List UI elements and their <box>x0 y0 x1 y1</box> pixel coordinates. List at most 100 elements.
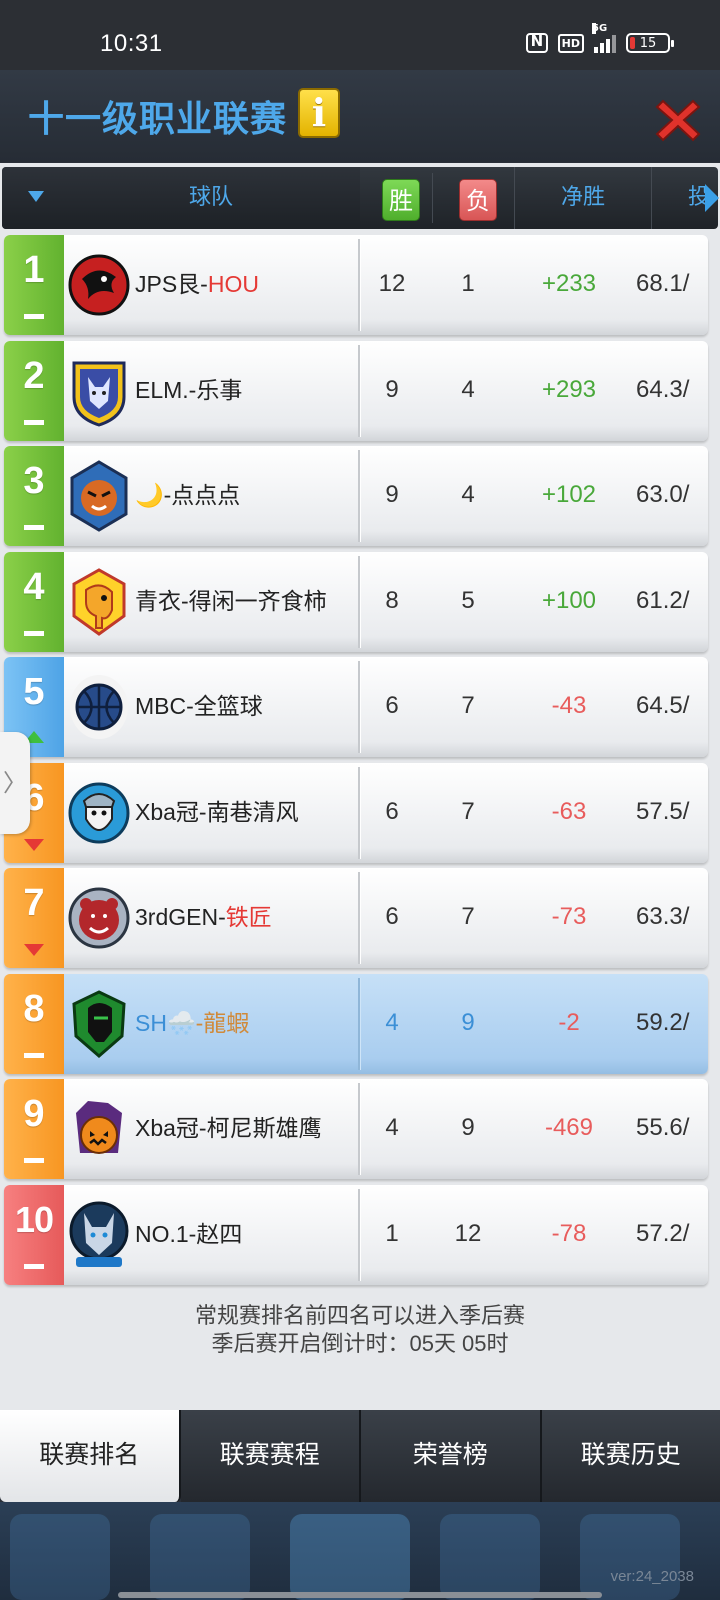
rank-number: 7 <box>23 882 45 924</box>
table-row[interactable]: 2 ELM.-乐事 9 4 +293 64.3/ <box>4 341 708 441</box>
status-icons: HD 5G 15 <box>525 23 674 53</box>
team-name-accent: HOU <box>207 271 259 297</box>
row-divider <box>358 239 360 331</box>
tiger-logo-icon <box>70 460 128 532</box>
wins-value: 6 <box>385 903 399 930</box>
column-win[interactable]: 胜 <box>382 179 420 221</box>
team-name-main: Xba冠-柯尼斯雄鹰 <box>135 1115 322 1141</box>
team-name-main: SH🌨️ <box>135 1010 196 1036</box>
bear-logo-icon <box>68 887 130 949</box>
team-name: Xba冠-柯尼斯雄鹰 <box>135 1079 322 1177</box>
background-icon <box>290 1514 410 1600</box>
row-divider <box>358 1189 360 1281</box>
side-expand-tab[interactable]: 〉 <box>0 732 30 834</box>
net-points-value: -43 <box>551 692 587 719</box>
team-name-main: 🌙-点点点 <box>135 482 241 508</box>
dragon-logo-icon <box>68 254 130 316</box>
table-row[interactable]: 7 3rdGEN-铁匠 6 7 -73 63.3/ <box>4 868 708 968</box>
net-points-value: +100 <box>541 587 597 614</box>
team-name-accent: -龍蝦 <box>195 1010 250 1036</box>
rank-badge: 1 <box>4 235 64 335</box>
row-divider <box>358 767 360 859</box>
network-type: 5G <box>592 23 608 34</box>
row-divider <box>358 978 360 1070</box>
home-indicator[interactable] <box>118 1592 602 1598</box>
tab-league-schedule[interactable]: 联赛赛程 <box>180 1410 361 1502</box>
rank-number: 5 <box>23 671 45 713</box>
rank-number: 3 <box>23 460 45 502</box>
net-points-value: -469 <box>544 1114 594 1141</box>
team-name-main: 3rdGEN- <box>135 904 226 930</box>
team-name: 青衣-得闲一齐食柿 <box>135 552 327 650</box>
sort-dropdown-icon[interactable] <box>28 191 44 202</box>
shooting-pct-value: 63.0/ <box>636 481 690 508</box>
battery-icon: 15 <box>626 33 674 53</box>
notice-line-2: 季后赛开启倒计时：05天 05时 <box>211 1331 509 1356</box>
signal-icon: 5G <box>592 23 616 53</box>
notice-line-1: 常规赛排名前四名可以进入季后赛 <box>194 1303 525 1328</box>
tab-honor-list[interactable]: 荣誉榜 <box>361 1410 542 1502</box>
wolf-logo-icon <box>69 1201 129 1267</box>
team-name-main: JPS艮- <box>135 271 208 297</box>
table-row[interactable]: 4 青衣-得闲一齐食柿 8 5 +100 61.2/ <box>4 552 708 652</box>
tab-league-ranking[interactable]: 联赛排名 <box>0 1410 181 1502</box>
table-row[interactable]: 3 🌙-点点点 9 4 +102 63.0/ <box>4 446 708 546</box>
team-name-main: ELM.-乐事 <box>135 377 243 403</box>
table-row[interactable]: 10 NO.1-赵四 1 12 -78 57.2/ <box>4 1185 708 1285</box>
table-row[interactable]: 9 Xba冠-柯尼斯雄鹰 4 9 -469 55.6/ <box>4 1079 708 1179</box>
team-name: NO.1-赵四 <box>135 1185 242 1283</box>
column-team[interactable]: 球队 <box>2 167 360 229</box>
losses-value: 9 <box>461 1114 475 1141</box>
scroll-right-icon[interactable] <box>705 184 719 212</box>
net-points-value: -73 <box>551 903 587 930</box>
table-row[interactable]: 1 JPS艮-HOU 12 1 +233 68.1/ <box>4 235 708 335</box>
background-menu <box>0 1502 720 1600</box>
shooting-pct-value: 61.2/ <box>636 587 690 614</box>
losses-value: 1 <box>461 270 475 297</box>
shooting-pct-value: 64.3/ <box>636 376 690 403</box>
shooting-pct-value: 55.6/ <box>636 1114 690 1141</box>
wins-value: 4 <box>385 1114 399 1141</box>
rank-number: 8 <box>23 988 45 1030</box>
rank-trend-same-icon <box>24 314 44 319</box>
team-name: MBC-全篮球 <box>135 657 263 755</box>
rank-trend-down-icon <box>24 944 44 956</box>
status-time: 10:31 <box>100 30 163 57</box>
table-row[interactable]: 8 SH🌨️-龍蝦 4 9 -2 59.2/ <box>4 974 708 1074</box>
losses-value: 4 <box>461 376 475 403</box>
rank-number: 2 <box>23 355 45 397</box>
rank-badge: 2 <box>4 341 64 441</box>
rank-number: 9 <box>23 1093 45 1135</box>
team-name-main: MBC-全篮球 <box>135 693 263 719</box>
team-name: ELM.-乐事 <box>135 341 242 439</box>
info-icon[interactable]: i <box>298 88 340 138</box>
wins-value: 6 <box>385 798 399 825</box>
losses-value: 12 <box>454 1220 482 1247</box>
rank-badge: 8 <box>4 974 64 1074</box>
knight-logo-icon <box>72 990 126 1058</box>
net-points-value: +293 <box>541 376 597 403</box>
net-points-value: +233 <box>541 270 597 297</box>
table-row[interactable]: 5 MBC-全篮球 6 7 -43 64.5/ <box>4 657 708 757</box>
column-net[interactable]: 净胜 <box>514 167 652 229</box>
row-divider <box>358 1083 360 1175</box>
wins-value: 1 <box>385 1220 399 1247</box>
table-row[interactable]: 6 Xba冠-南巷清风 6 7 -63 57.5/ <box>4 763 708 863</box>
rank-badge: 4 <box>4 552 64 652</box>
wins-value: 9 <box>385 376 399 403</box>
column-divider <box>432 173 433 223</box>
bottom-tabs: 联赛排名 联赛赛程 荣誉榜 联赛历史 <box>0 1410 720 1502</box>
team-name-accent: 铁匠 <box>225 904 272 930</box>
net-points-value: -2 <box>558 1009 580 1036</box>
wins-value: 8 <box>385 587 399 614</box>
net-points-value: -63 <box>551 798 587 825</box>
basketball-logo-icon <box>70 675 128 739</box>
league-header: 十一级职业联赛 <box>0 70 720 162</box>
tab-league-history[interactable]: 联赛历史 <box>541 1410 720 1502</box>
losses-value: 4 <box>461 481 475 508</box>
net-points-value: -78 <box>551 1220 587 1247</box>
net-points-value: +102 <box>541 481 597 508</box>
row-divider <box>358 872 360 964</box>
close-icon[interactable] <box>655 97 701 143</box>
column-loss[interactable]: 负 <box>459 179 497 221</box>
